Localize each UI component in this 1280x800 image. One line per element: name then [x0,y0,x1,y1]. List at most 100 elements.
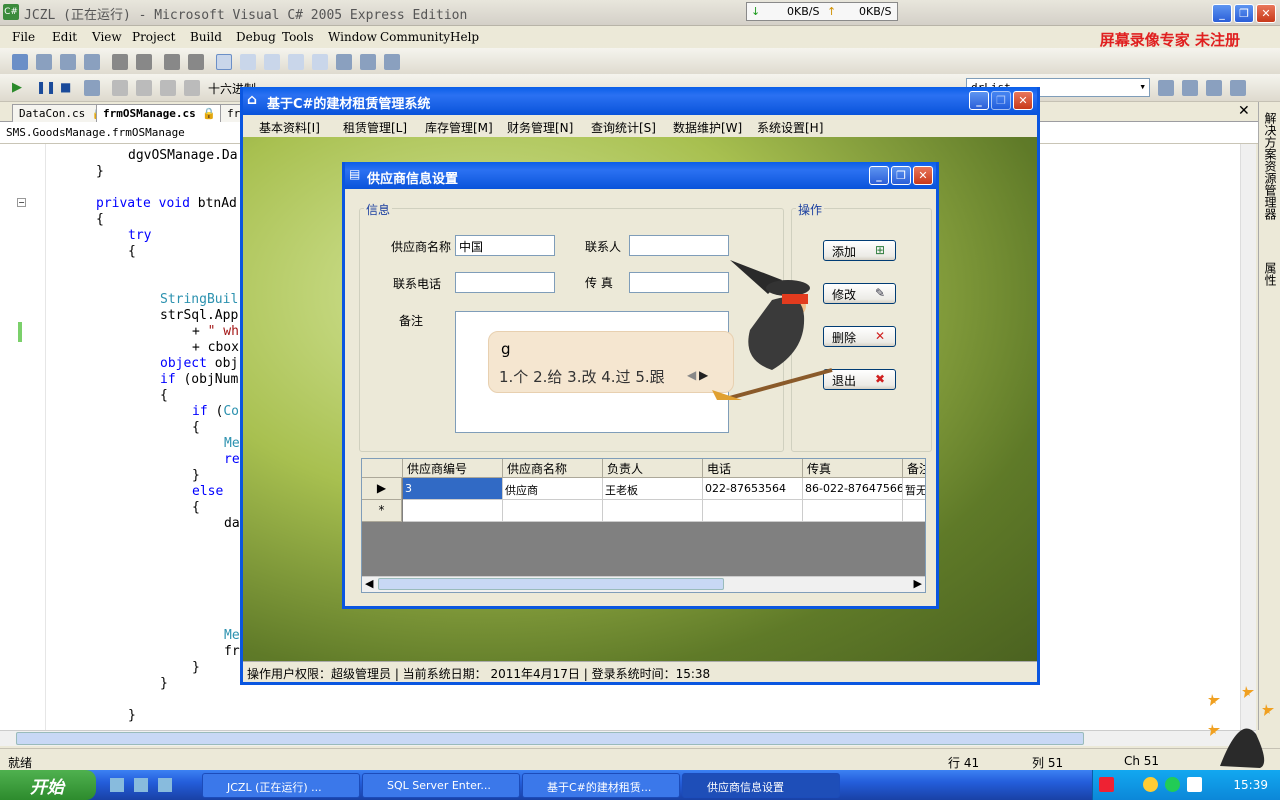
phone-field[interactable] [455,272,555,293]
code-line[interactable]: } [128,708,136,724]
tray-volume-icon[interactable] [1187,777,1202,792]
pause-icon[interactable]: ❚❚ [36,80,56,96]
continue-icon[interactable]: ▶ [12,80,28,96]
menu-help[interactable]: Help [450,30,479,44]
menu-community[interactable]: Community [380,30,450,44]
horizontal-scroll-thumb[interactable] [16,732,1084,745]
code-line[interactable]: else [192,484,223,500]
minimize-button[interactable]: _ [1212,4,1232,23]
task-dialog[interactable]: 供应商信息设置 [682,773,840,798]
dialog-minimize-button[interactable]: _ [869,166,889,185]
uncomment-icon[interactable] [188,54,204,70]
ime-candidates[interactable]: 1.个 2.给 3.改 4.过 5.跟 [499,366,665,387]
quicklaunch-ie-icon[interactable] [110,778,124,792]
code-line[interactable]: { [192,420,200,436]
new-row-cell[interactable] [503,500,603,522]
bookmark-icon[interactable] [216,54,232,70]
code-line[interactable]: try [128,228,151,244]
quicklaunch-desktop-icon[interactable] [134,778,148,792]
maximize-button[interactable]: ❐ [1234,4,1254,23]
new-row-cell[interactable] [703,500,803,522]
new-row-cell[interactable] [403,500,503,522]
code-line[interactable]: { [96,212,104,228]
row-header-new[interactable]: * [362,500,402,522]
code-line[interactable]: dgvOSManage.Da [128,148,238,164]
outdent-icon[interactable] [136,54,152,70]
bookmark-clear-icon[interactable] [288,54,304,70]
code-line[interactable]: Me [224,628,240,644]
new-row-cell[interactable] [803,500,903,522]
scroll-left-icon[interactable]: ◀ [365,577,373,590]
code-line[interactable]: } [96,164,104,180]
tray-network-icon[interactable] [1165,777,1180,792]
menu-rental[interactable]: 租赁管理[L] [343,119,407,136]
code-line[interactable]: if (Co [192,404,239,420]
find-icon[interactable] [336,54,352,70]
ime-next-icon[interactable]: ▶ [699,368,708,382]
column-header[interactable]: 供应商名称 [503,459,603,478]
code-line[interactable]: if (objNum [160,372,238,388]
column-header[interactable]: 负责人 [603,459,703,478]
step-out-icon[interactable] [160,80,176,96]
code-line[interactable]: { [160,388,168,404]
row-header-current[interactable]: ▶ [362,478,402,500]
grid-horizontal-scrollbar[interactable]: ◀ ▶ [362,576,925,592]
ime-prev-icon[interactable]: ◀ [687,368,696,382]
code-line[interactable]: } [192,660,200,676]
bookmark-folder-icon[interactable] [312,54,328,70]
menu-settings[interactable]: 系统设置[H] [757,119,823,136]
new-project-icon[interactable] [12,54,28,70]
bookmark-next-icon[interactable] [264,54,280,70]
open-icon[interactable] [36,54,52,70]
column-header[interactable]: 传真 [803,459,903,478]
toolbox-icon[interactable] [1206,80,1222,96]
code-line[interactable]: fr [224,644,240,660]
table-cell[interactable]: 022-87653564 [703,478,803,500]
tray-qq-icon[interactable] [1143,777,1158,792]
restart-icon[interactable] [84,80,100,96]
grid-scroll-thumb[interactable] [378,578,724,590]
bookmark-prev-icon[interactable] [240,54,256,70]
code-line[interactable]: private void btnAd [96,196,237,212]
app-title-bar[interactable]: ⌂ 基于C#的建材租赁管理系统 _ ❐ ✕ [243,87,1037,115]
step-over-icon[interactable] [136,80,152,96]
table-cell[interactable]: 86-022-87647566 [803,478,903,500]
app-close-button[interactable]: ✕ [1013,91,1033,110]
menu-window[interactable]: Window [328,30,377,44]
menu-build[interactable]: Build [190,30,222,44]
class-dropdown[interactable]: SMS.GoodsManage.frmOSManage [6,126,185,139]
font-icon[interactable] [84,54,100,70]
code-line[interactable]: { [128,244,136,260]
solution-explorer-tab[interactable]: 解决方案资源管理器 [1262,112,1279,220]
menu-project[interactable]: Project [132,30,175,44]
quicklaunch-media-icon[interactable] [158,778,172,792]
breakpoint-icon[interactable] [184,80,200,96]
code-line[interactable]: object obj [160,356,238,372]
task-app[interactable]: 基于C#的建材租赁... [522,773,680,798]
menu-view[interactable]: View [92,30,122,44]
new-row-cell[interactable] [603,500,703,522]
new-row-cell[interactable] [903,500,925,522]
properties-icon[interactable] [1182,80,1198,96]
app-maximize-button[interactable]: ❐ [991,91,1011,110]
code-line[interactable]: + cbox [192,340,239,356]
code-line[interactable]: Me [224,436,240,452]
code-line[interactable]: + " wh [192,324,239,340]
dialog-maximize-button[interactable]: ❐ [891,166,911,185]
close-button[interactable]: ✕ [1256,4,1276,23]
goto-icon[interactable] [384,54,400,70]
menu-data-maintenance[interactable]: 数据维护[W] [673,119,742,136]
task-sqlserver[interactable]: SQL Server Enter... [362,773,520,798]
menu-file[interactable]: File [12,30,35,44]
code-line[interactable]: } [192,468,200,484]
code-line[interactable]: da [224,516,240,532]
table-cell[interactable]: 3 [403,478,503,500]
table-cell[interactable]: 供应商 [503,478,603,500]
close-tab-icon[interactable]: ✕ [1238,103,1250,119]
app-minimize-button[interactable]: _ [969,91,989,110]
properties-tab[interactable]: 属性 [1262,262,1279,286]
editor-horizontal-scrollbar[interactable] [0,730,1256,746]
dialog-title-bar[interactable]: ▤ 供应商信息设置 _ ❐ ✕ [345,162,936,189]
code-line[interactable]: } [160,676,168,692]
menu-finance[interactable]: 财务管理[N] [507,119,573,136]
